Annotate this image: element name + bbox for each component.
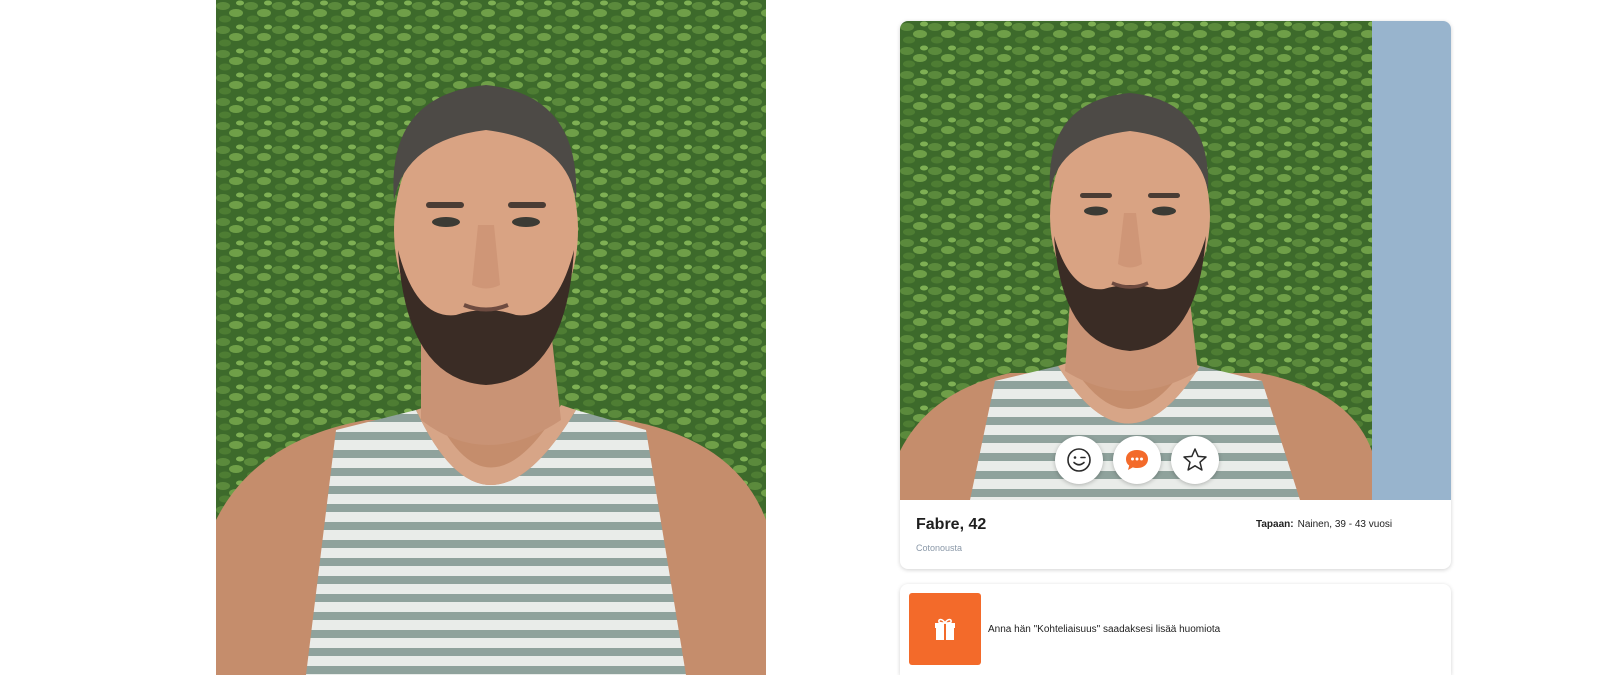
profile-location: Cotonousta (916, 543, 963, 553)
gift-banner-text: Anna hän "Kohteliaisuus" saadaksesi lisä… (988, 624, 1221, 635)
chat-button[interactable] (1113, 436, 1161, 484)
favorite-button[interactable] (1171, 436, 1219, 484)
profile-card: Fabre, 42 Cotonousta Tapaan: Nainen, 39 -… (900, 21, 1451, 569)
profile-card-media (900, 21, 1451, 500)
wink-face-icon (1067, 448, 1091, 472)
profile-actions (1055, 436, 1219, 484)
profile-info: Fabre, 42 Cotonousta Tapaan: Nainen, 39 -… (900, 500, 1451, 569)
profile-screen: Fabre, 42 Cotonousta Tapaan: Nainen, 39 -… (0, 0, 1600, 675)
portrait-image (216, 0, 766, 675)
seeking-info: Tapaan: Nainen, 39 - 43 vuosi (1256, 519, 1392, 530)
profile-photo-large[interactable] (216, 0, 766, 675)
seeking-label: Tapaan: (1256, 519, 1294, 530)
gift-button[interactable] (909, 593, 981, 665)
next-photo-preview[interactable] (1372, 21, 1451, 500)
chat-bubble-icon (1126, 450, 1148, 470)
wink-button[interactable] (1055, 436, 1103, 484)
seeking-value: Nainen, 39 - 43 vuosi (1297, 519, 1393, 530)
gift-banner[interactable]: Anna hän "Kohteliaisuus" saadaksesi lisä… (900, 584, 1451, 675)
portrait-image (900, 21, 1372, 500)
gift-icon (935, 618, 955, 640)
star-icon (1183, 448, 1207, 471)
profile-photo[interactable] (900, 21, 1372, 500)
